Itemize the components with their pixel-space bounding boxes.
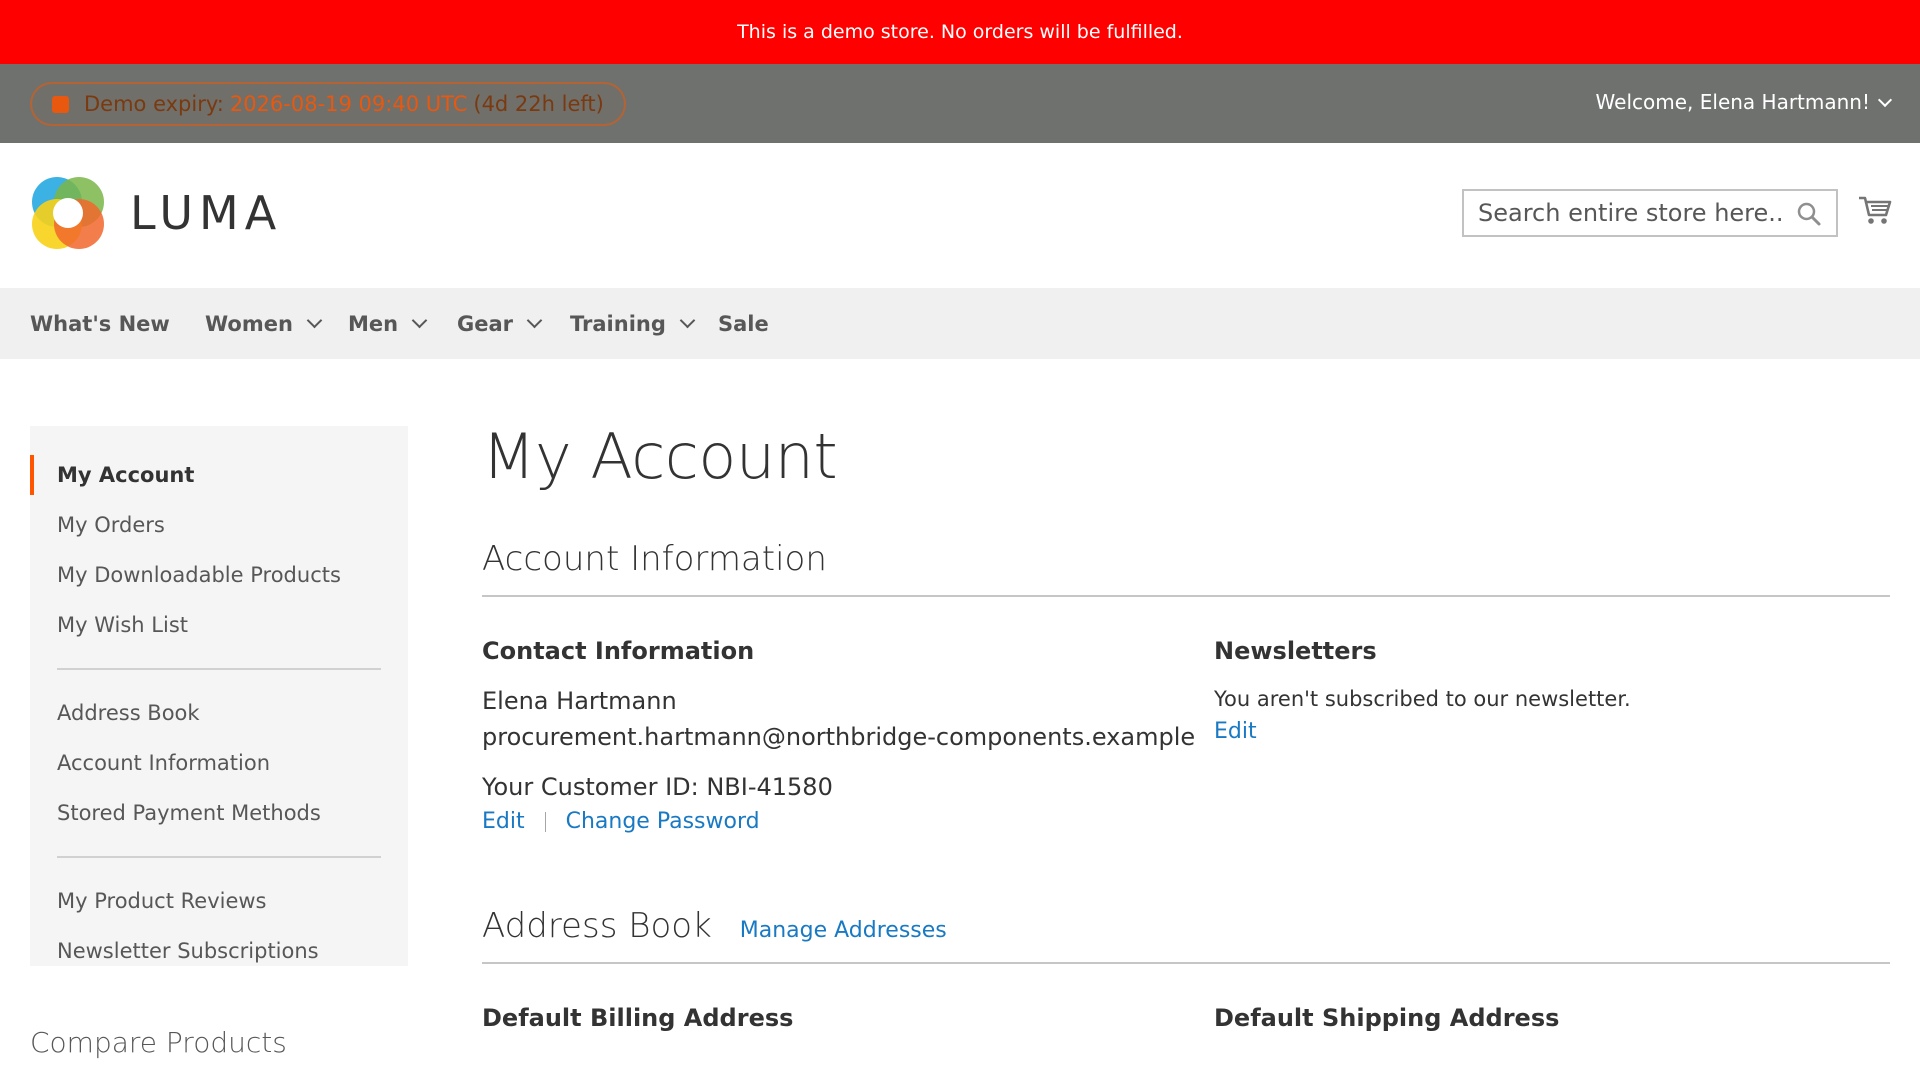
newsletter-status: You aren't subscribed to our newsletter.: [1214, 687, 1631, 711]
main-content: My Account Account Information Contact I…: [482, 420, 1890, 1050]
action-divider: [544, 811, 546, 832]
search-input[interactable]: [1464, 193, 1784, 233]
sidebar-item-downloadable-products[interactable]: My Downloadable Products: [30, 550, 408, 600]
demo-notice-banner: This is a demo store. No orders will be …: [0, 0, 1920, 64]
chevron-down-icon: [411, 312, 428, 329]
nav-item-label: Women: [205, 311, 293, 336]
account-information-heading: Account Information: [482, 539, 1890, 597]
chevron-down-icon: [679, 312, 696, 329]
account-information-title: Account Information: [482, 539, 827, 579]
edit-contact-link[interactable]: Edit: [482, 809, 525, 834]
welcome-text: Welcome, Elena Hartmann!: [1595, 90, 1870, 114]
sidebar-item-account-information[interactable]: Account Information: [30, 738, 408, 788]
chevron-down-icon: [526, 312, 543, 329]
chevron-down-icon: [306, 312, 323, 329]
default-billing-box: Default Billing Address: [482, 1004, 1214, 1050]
expiry-label: Demo expiry:: [84, 92, 224, 116]
sidebar-item-my-orders[interactable]: My Orders: [30, 500, 408, 550]
default-shipping-title: Default Shipping Address: [1214, 1004, 1560, 1032]
compare-products-title: Compare Products: [30, 1026, 287, 1059]
sidebar-item-stored-payment-methods[interactable]: Stored Payment Methods: [30, 788, 408, 838]
nav-whats-new[interactable]: What's New: [30, 288, 170, 359]
contact-information-title: Contact Information: [482, 637, 755, 665]
sidebar-item-my-account[interactable]: My Account: [30, 450, 408, 500]
sidebar-item-address-book[interactable]: Address Book: [30, 688, 408, 738]
sidebar-item-wish-list[interactable]: My Wish List: [30, 600, 408, 650]
expiry-square-icon: [52, 95, 69, 113]
default-shipping-box: Default Shipping Address: [1214, 1004, 1890, 1050]
sidebar-item-label: Newsletter Subscriptions: [57, 939, 319, 963]
nav-training[interactable]: Training: [570, 288, 696, 359]
luma-logo-icon: [32, 177, 104, 249]
address-book-title: Address Book: [482, 906, 712, 946]
account-sidebar: My Account My Orders My Downloadable Pro…: [30, 426, 408, 966]
sidebar-item-label: My Wish List: [57, 613, 188, 637]
expiry-left: (4d 22h left): [473, 92, 604, 116]
logo-text: LUMA: [130, 186, 283, 240]
contact-information-box: Contact Information Elena Hartmann procu…: [482, 637, 1214, 834]
sidebar-item-label: My Product Reviews: [57, 889, 267, 913]
panel-header: Demo expiry: 2026-08-19 09:40 UTC (4d 22…: [0, 64, 1920, 143]
account-information-boxes: Contact Information Elena Hartmann procu…: [482, 637, 1890, 834]
address-book-heading: Address Book Manage Addresses: [482, 906, 1890, 964]
nav-item-label: Sale: [718, 311, 769, 336]
newsletters-box: Newsletters You aren't subscribed to our…: [1214, 637, 1890, 834]
nav-sale[interactable]: Sale: [718, 288, 769, 359]
main-navigation: What's New Women Men Gear Training Sale: [0, 288, 1920, 359]
nav-gear[interactable]: Gear: [457, 288, 543, 359]
search-box: [1462, 189, 1838, 237]
newsletters-title: Newsletters: [1214, 637, 1377, 665]
edit-newsletter-link[interactable]: Edit: [1214, 719, 1257, 744]
sidebar-item-label: My Account: [57, 463, 195, 487]
contact-actions: Edit Change Password: [482, 809, 1214, 834]
nav-item-label: What's New: [30, 311, 170, 336]
sidebar-item-label: My Orders: [57, 513, 165, 537]
store-logo[interactable]: LUMA: [30, 175, 282, 251]
search-icon[interactable]: [1796, 201, 1822, 231]
nav-women[interactable]: Women: [205, 288, 323, 359]
welcome-menu-toggle[interactable]: Welcome, Elena Hartmann!: [1595, 82, 1893, 122]
cart-icon[interactable]: [1858, 193, 1892, 231]
newsletter-actions: Edit: [1214, 719, 1890, 744]
demo-notice-text: This is a demo store. No orders will be …: [737, 21, 1183, 43]
customer-email: procurement.hartmann@northbridge-compone…: [482, 723, 1196, 751]
default-billing-title: Default Billing Address: [482, 1004, 794, 1032]
sidebar-item-label: My Downloadable Products: [57, 563, 341, 587]
sidebar-item-label: Stored Payment Methods: [57, 801, 321, 825]
demo-expiry-badge: Demo expiry: 2026-08-19 09:40 UTC (4d 22…: [30, 82, 626, 126]
expiry-date: 2026-08-19 09:40 UTC: [229, 92, 468, 116]
manage-addresses-link[interactable]: Manage Addresses: [740, 918, 947, 943]
address-boxes: Default Billing Address Default Shipping…: [482, 1004, 1890, 1050]
nav-item-label: Gear: [457, 311, 514, 336]
sidebar-item-label: Account Information: [57, 751, 271, 775]
sidebar-item-product-reviews[interactable]: My Product Reviews: [30, 876, 408, 926]
page-title: My Account: [482, 420, 838, 493]
nav-men[interactable]: Men: [348, 288, 428, 359]
sidebar-divider: [57, 668, 381, 670]
nav-item-label: Men: [348, 311, 399, 336]
sidebar-item-newsletter-subscriptions[interactable]: Newsletter Subscriptions: [30, 926, 408, 976]
nav-item-label: Training: [570, 311, 666, 336]
change-password-link[interactable]: Change Password: [566, 809, 760, 834]
sidebar-divider: [57, 856, 381, 858]
chevron-down-icon: [1877, 92, 1893, 107]
sidebar-item-label: Address Book: [57, 701, 200, 725]
customer-name: Elena Hartmann: [482, 687, 677, 715]
customer-id: Your Customer ID: NBI-41580: [482, 773, 833, 801]
